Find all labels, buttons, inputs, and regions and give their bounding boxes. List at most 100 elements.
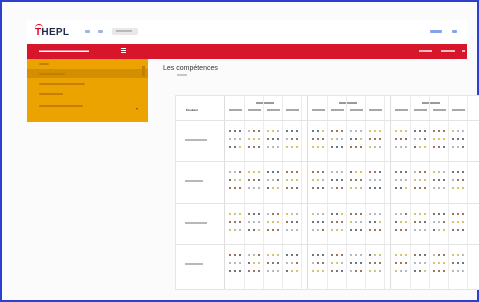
evaluation-mark[interactable] [360,221,362,223]
evaluation-mark[interactable] [433,130,435,132]
evaluation-mark[interactable] [414,213,416,215]
evaluation-mark[interactable] [331,138,333,140]
evaluation-mark[interactable] [443,254,445,256]
evaluation-mark[interactable] [360,254,362,256]
evaluation-mark[interactable] [286,130,288,132]
evaluation-mark[interactable] [267,213,269,215]
evaluation-mark[interactable] [379,254,381,256]
evaluation-mark[interactable] [322,270,324,272]
evaluation-mark[interactable] [258,270,260,272]
evaluation-mark[interactable] [239,262,241,264]
evaluation-mark[interactable] [350,262,352,264]
evaluation-mark[interactable] [229,221,231,223]
evaluation-mark[interactable] [248,221,250,223]
evaluation-mark[interactable] [360,179,362,181]
evaluation-mark[interactable] [272,213,274,215]
evaluation-mark[interactable] [248,213,250,215]
evaluation-mark[interactable] [341,270,343,272]
evaluation-mark[interactable] [462,270,464,272]
evaluation-mark[interactable] [452,187,454,189]
evaluation-mark[interactable] [277,229,279,231]
evaluation-mark[interactable] [258,221,260,223]
evaluation-mark[interactable] [336,254,338,256]
evaluation-mark[interactable] [248,187,250,189]
evaluation-mark[interactable] [317,146,319,148]
evaluation-mark[interactable] [341,262,343,264]
evaluation-mark[interactable] [331,213,333,215]
evaluation-mark[interactable] [258,262,260,264]
evaluation-mark[interactable] [253,146,255,148]
evaluation-mark[interactable] [258,171,260,173]
evaluation-mark[interactable] [317,171,319,173]
evaluation-mark[interactable] [360,213,362,215]
evaluation-mark[interactable] [438,270,440,272]
evaluation-mark[interactable] [336,187,338,189]
evaluation-mark[interactable] [424,254,426,256]
evaluation-mark[interactable] [419,171,421,173]
evaluation-mark[interactable] [331,187,333,189]
evaluation-mark[interactable] [395,146,397,148]
evaluation-mark[interactable] [452,221,454,223]
evaluation-mark[interactable] [229,171,231,173]
evaluation-mark[interactable] [369,179,371,181]
evaluation-mark[interactable] [286,146,288,148]
evaluation-mark[interactable] [462,229,464,231]
evaluation-mark[interactable] [443,179,445,181]
evaluation-mark[interactable] [419,130,421,132]
evaluation-mark[interactable] [350,171,352,173]
evaluation-mark[interactable] [291,270,293,272]
evaluation-mark[interactable] [296,229,298,231]
evaluation-mark[interactable] [452,130,454,132]
evaluation-mark[interactable] [400,138,402,140]
evaluation-mark[interactable] [296,254,298,256]
evaluation-mark[interactable] [336,130,338,132]
evaluation-mark[interactable] [433,262,435,264]
evaluation-mark[interactable] [272,138,274,140]
evaluation-mark[interactable] [452,146,454,148]
evaluation-mark[interactable] [336,262,338,264]
evaluation-mark[interactable] [248,146,250,148]
evaluation-mark[interactable] [239,213,241,215]
evaluation-mark[interactable] [296,221,298,223]
evaluation-mark[interactable] [443,187,445,189]
evaluation-mark[interactable] [374,262,376,264]
evaluation-mark[interactable] [234,187,236,189]
evaluation-mark[interactable] [277,221,279,223]
evaluation-mark[interactable] [296,213,298,215]
evaluation-mark[interactable] [355,229,357,231]
evaluation-mark[interactable] [457,130,459,132]
evaluation-mark[interactable] [291,229,293,231]
evaluation-mark[interactable] [462,130,464,132]
evaluation-mark[interactable] [374,187,376,189]
evaluation-mark[interactable] [414,130,416,132]
evaluation-mark[interactable] [312,130,314,132]
evaluation-mark[interactable] [452,270,454,272]
evaluation-mark[interactable] [341,213,343,215]
evaluation-mark[interactable] [457,187,459,189]
evaluation-mark[interactable] [443,146,445,148]
evaluation-mark[interactable] [462,262,464,264]
evaluation-mark[interactable] [462,138,464,140]
evaluation-mark[interactable] [405,130,407,132]
evaluation-mark[interactable] [286,179,288,181]
evaluation-mark[interactable] [296,138,298,140]
evaluation-mark[interactable] [296,130,298,132]
evaluation-mark[interactable] [433,221,435,223]
evaluation-mark[interactable] [457,179,459,181]
evaluation-mark[interactable] [267,187,269,189]
evaluation-mark[interactable] [234,130,236,132]
evaluation-mark[interactable] [419,270,421,272]
evaluation-mark[interactable] [360,187,362,189]
evaluation-mark[interactable] [286,270,288,272]
evaluation-mark[interactable] [317,229,319,231]
evaluation-mark[interactable] [438,221,440,223]
evaluation-mark[interactable] [424,171,426,173]
evaluation-mark[interactable] [452,262,454,264]
evaluation-mark[interactable] [452,171,454,173]
evaluation-mark[interactable] [350,146,352,148]
evaluation-mark[interactable] [267,138,269,140]
evaluation-mark[interactable] [253,262,255,264]
evaluation-mark[interactable] [277,179,279,181]
evaluation-mark[interactable] [277,130,279,132]
evaluation-mark[interactable] [424,187,426,189]
